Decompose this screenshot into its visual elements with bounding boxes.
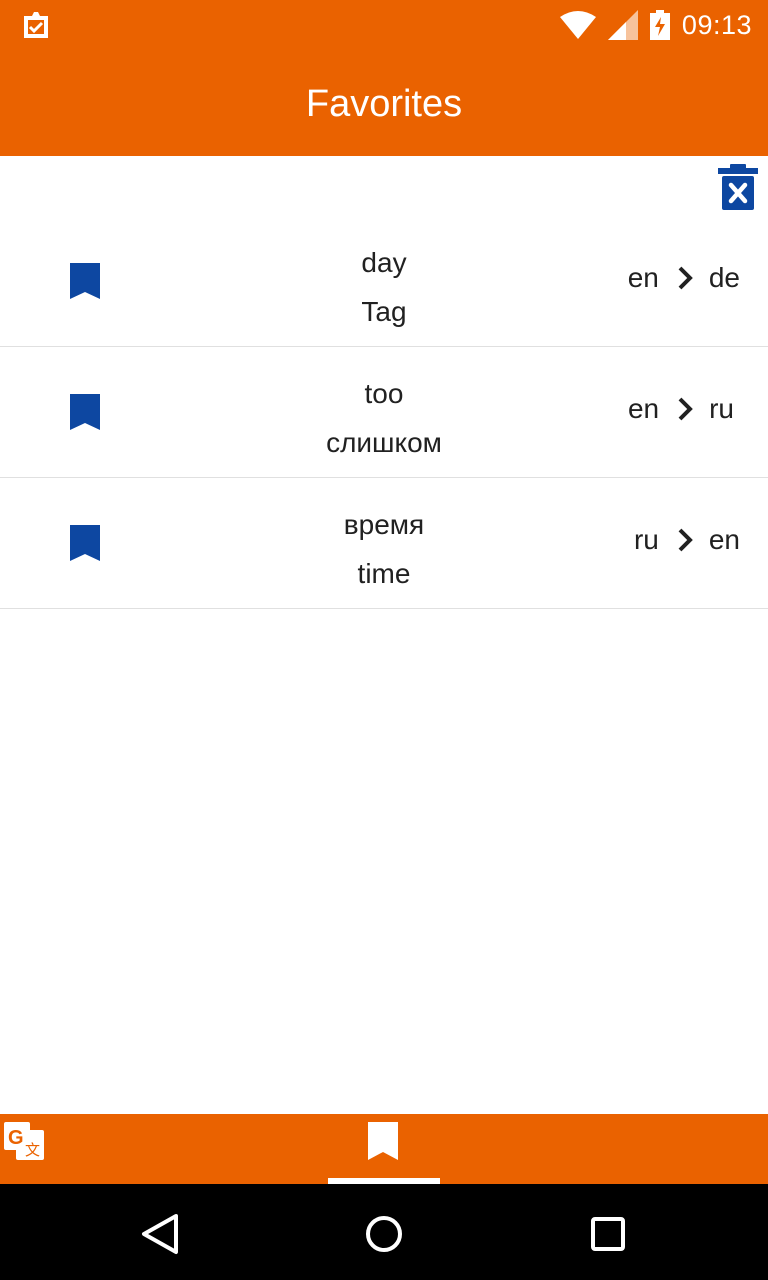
bookmark-icon[interactable] xyxy=(70,394,100,430)
chevron-right-icon xyxy=(678,528,693,552)
svg-text:文: 文 xyxy=(25,1141,40,1159)
clipboard-check-icon xyxy=(24,12,48,38)
list-item[interactable]: too слишком en ru xyxy=(0,347,768,478)
delete-forever-icon[interactable] xyxy=(716,162,760,212)
translated-word: слишком xyxy=(326,427,442,458)
bottom-navigation: G 文 xyxy=(0,1114,768,1184)
target-language: de xyxy=(708,262,740,293)
translated-word: time xyxy=(357,558,411,589)
source-word: day xyxy=(361,247,407,278)
source-language: ru xyxy=(633,524,659,555)
target-language: en xyxy=(708,524,740,555)
list-item[interactable]: day Tag en de xyxy=(0,216,768,347)
system-navigation-bar xyxy=(0,1184,768,1280)
translate-icon[interactable]: G 文 xyxy=(2,1120,46,1164)
source-language: en xyxy=(627,262,659,293)
chevron-right-icon xyxy=(678,397,693,421)
tab-favorites[interactable] xyxy=(328,1114,440,1184)
bookmark-icon[interactable] xyxy=(70,525,100,561)
source-word: too xyxy=(364,378,404,409)
bookmark-icon xyxy=(368,1122,398,1160)
svg-text:G: G xyxy=(8,1127,24,1149)
signal-icon xyxy=(607,10,638,40)
source-word: время xyxy=(343,509,425,540)
page-title: Favorites xyxy=(305,83,463,125)
status-bar: 09:13 xyxy=(0,0,768,50)
word-pair: время time xyxy=(234,500,534,598)
favorites-list: day Tag en de too слишком en ru время ti… xyxy=(0,216,768,609)
word-pair: too слишком xyxy=(234,369,534,467)
language-pair: ru en xyxy=(634,524,740,556)
home-icon[interactable] xyxy=(360,1210,408,1258)
target-language: ru xyxy=(709,393,734,424)
status-time: 09:13 xyxy=(681,9,752,40)
language-pair: en de xyxy=(628,262,740,294)
back-icon[interactable] xyxy=(136,1210,184,1258)
app-bar: Favorites xyxy=(0,50,768,156)
source-language: en xyxy=(627,393,660,424)
word-pair: day Tag xyxy=(234,238,534,336)
translated-word: Tag xyxy=(361,296,407,327)
battery-charging-icon xyxy=(649,10,670,40)
bookmark-icon[interactable] xyxy=(70,263,100,299)
recents-icon[interactable] xyxy=(584,1210,632,1258)
list-item[interactable]: время time ru en xyxy=(0,478,768,609)
wifi-icon xyxy=(559,11,596,39)
language-pair: en ru xyxy=(628,393,740,425)
chevron-right-icon xyxy=(678,266,693,290)
